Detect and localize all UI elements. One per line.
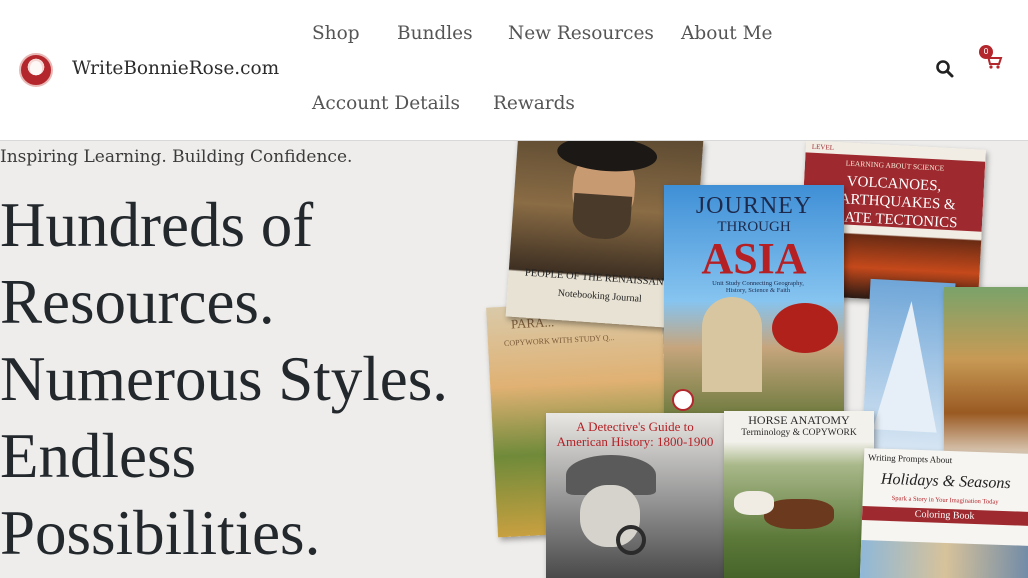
magnifying-glass-icon (616, 525, 646, 555)
horse-image (734, 491, 774, 515)
nav-shop[interactable]: Shop (312, 23, 360, 44)
nav-bundles[interactable]: Bundles (397, 23, 473, 44)
book-title: Holidays & Seasons (880, 470, 1011, 493)
site-title[interactable]: WriteBonnieRose.com (72, 58, 279, 79)
portrait-hat (556, 141, 659, 175)
cart-count-badge[interactable]: 0 (979, 45, 993, 59)
hero-tagline: Inspiring Learning. Building Confidence. (0, 147, 353, 167)
horse-image (764, 499, 834, 529)
book-title: A Detective's Guide to American History:… (556, 419, 714, 449)
headline-line: Resources. (0, 267, 275, 337)
search-icon[interactable] (934, 58, 956, 80)
umbrella-image (772, 303, 838, 353)
book-cover-asia[interactable]: JOURNEY THROUGH ASIA Unit Study Connecti… (664, 185, 844, 417)
book-subtitle: Unit Study Connecting Geography, History… (712, 280, 804, 294)
headline-line: Numerous Styles. (0, 344, 448, 414)
nav-about-me[interactable]: About Me (681, 23, 772, 44)
book-level: LEVEL (811, 142, 835, 152)
book-cover-feast[interactable] (944, 287, 1028, 467)
book-cover-holidays[interactable]: Writing Prompts About Holidays & Seasons… (859, 448, 1028, 578)
book-subtitle: Spark a Story in Your Imagination Today (891, 495, 999, 506)
portrait-beard (571, 192, 633, 241)
headline-line: Endless (0, 421, 196, 491)
book-title-line3: ASIA (701, 234, 807, 283)
headline-line: Possibilities. (0, 498, 321, 568)
nav-account-details[interactable]: Account Details (312, 93, 460, 114)
book-title: HORSE ANATOMY (748, 413, 850, 427)
headline-line: Hundreds of (0, 190, 314, 260)
site-logo[interactable] (19, 53, 53, 87)
hero-section: Inspiring Learning. Building Confidence.… (0, 141, 1028, 578)
book-cover-detective[interactable]: A Detective's Guide to American History:… (546, 413, 724, 578)
site-header: WriteBonnieRose.com Shop Bundles New Res… (0, 0, 1028, 141)
book-subtitle: Terminology & COPYWORK (741, 428, 857, 438)
book-cover-horse-anatomy[interactable]: HORSE ANATOMY Terminology & COPYWORK (724, 411, 874, 578)
book-title-line1: JOURNEY (695, 193, 813, 219)
snowy-tree (872, 299, 944, 433)
cathedral-image (702, 297, 762, 392)
book-top-line: Writing Prompts About (867, 452, 953, 466)
book-subtitle: COPYWORK WITH STUDY Q... (503, 333, 615, 348)
hero-headline: Hundreds of Resources. Numerous Styles. … (0, 187, 520, 572)
scenery-image (859, 540, 1028, 578)
nav-new-resources[interactable]: New Resources (508, 23, 654, 44)
book-logo-icon (672, 389, 694, 411)
book-cover-winter[interactable] (861, 278, 956, 459)
nav-rewards[interactable]: Rewards (493, 93, 575, 114)
